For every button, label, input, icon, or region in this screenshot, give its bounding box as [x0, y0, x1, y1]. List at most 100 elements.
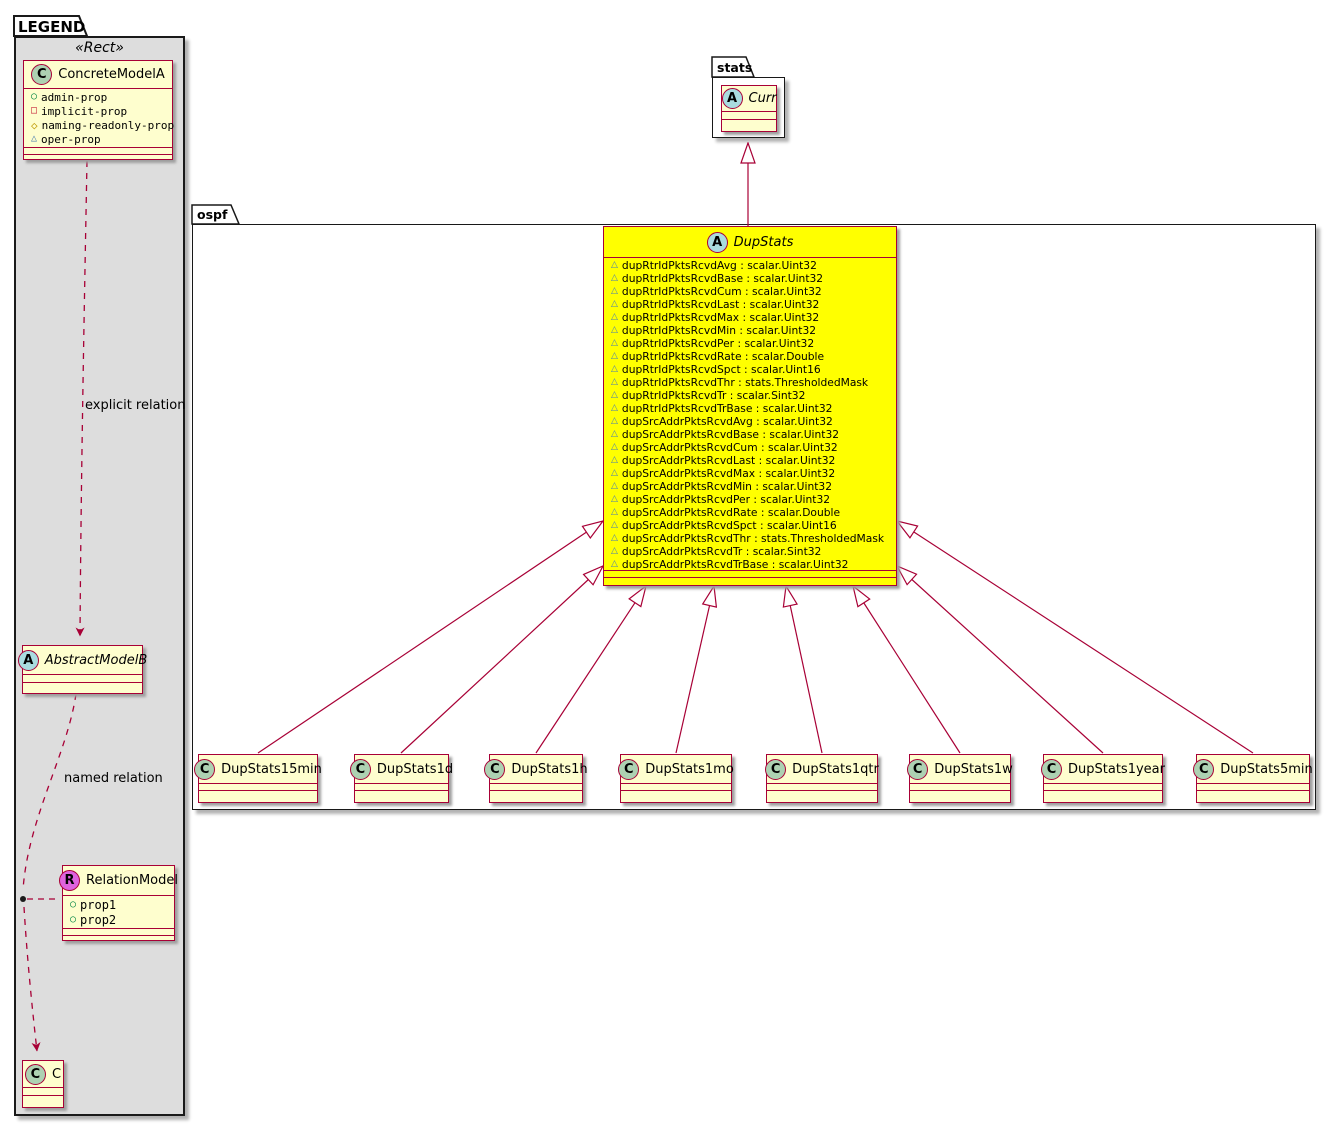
oper-triangle-icon: △ — [611, 559, 618, 569]
class-c-title: C C — [23, 1061, 63, 1088]
oper-triangle-icon: △ — [611, 325, 618, 335]
empty-compartment — [1197, 790, 1309, 797]
class-title: C DupStats5min — [1193, 755, 1313, 783]
class-c: C C — [22, 1060, 64, 1108]
class-name: DupStats15min — [221, 761, 322, 777]
class-name: DupStats — [733, 234, 794, 250]
attribute-row: △ dupRtrIdPktsRcvdSpct : scalar.Uint16 — [604, 363, 896, 376]
empty-compartment — [722, 112, 776, 119]
class-relationmodel-title: R RelationModel — [59, 866, 178, 896]
attribute-label: dupRtrIdPktsRcvdSpct : scalar.Uint16 — [621, 363, 821, 376]
class-title: C DupStats1w — [907, 755, 1013, 783]
empty-compartment — [722, 119, 776, 126]
empty-compartment — [604, 570, 896, 577]
explicit-relation-label: explicit relation — [85, 398, 186, 413]
empty-compartment — [199, 790, 317, 797]
empty-compartment — [355, 783, 448, 790]
implicit-square-icon: □ — [31, 105, 38, 116]
attribute-label: dupRtrIdPktsRcvdLast : scalar.Uint32 — [621, 298, 820, 311]
class-title: C DupStats1year — [1041, 755, 1165, 783]
property-label: naming-readonly-prop — [41, 118, 175, 132]
oper-triangle-icon: △ — [611, 416, 618, 426]
attribute-label: dupSrcAddrPktsRcvdTrBase : scalar.Uint32 — [621, 558, 849, 571]
attribute-row: △ dupSrcAddrPktsRcvdBase : scalar.Uint32 — [604, 428, 896, 441]
class-spot-icon: C — [1193, 758, 1215, 780]
admin-circle-icon: ○ — [31, 91, 38, 102]
attribute-row: △ dupSrcAddrPktsRcvdRate : scalar.Double — [604, 506, 896, 519]
class-name: RelationModel — [86, 873, 178, 888]
class-name: DupStats5min — [1220, 761, 1313, 777]
abstract-spot-icon: A — [721, 88, 743, 109]
class-name: C — [51, 1066, 62, 1082]
property-row: ○ admin-prop — [24, 90, 172, 104]
class-title: C DupStats1h — [484, 755, 588, 783]
class-spot-icon: C — [907, 758, 929, 780]
oper-triangle-icon: △ — [611, 546, 618, 556]
empty-compartment — [767, 783, 877, 790]
oper-triangle-icon: △ — [611, 403, 618, 413]
class-abstractmodelb-title: A AbstractModelB — [17, 646, 147, 675]
oper-triangle-icon: △ — [611, 364, 618, 374]
empty-compartment — [199, 783, 317, 790]
attribute-label: dupSrcAddrPktsRcvdCum : scalar.Uint32 — [621, 441, 838, 454]
empty-compartment — [621, 783, 731, 790]
oper-triangle-icon: △ — [31, 133, 38, 144]
attribute-label: dupRtrIdPktsRcvdMax : scalar.Uint32 — [621, 311, 820, 324]
oper-triangle-icon: △ — [611, 286, 618, 296]
attribute-label: dupRtrIdPktsRcvdBase : scalar.Uint32 — [621, 272, 824, 285]
class-title: C DupStats1mo — [618, 755, 734, 783]
admin-circle-icon: ○ — [70, 898, 77, 910]
oper-triangle-icon: △ — [611, 468, 618, 478]
attribute-label: dupSrcAddrPktsRcvdBase : scalar.Uint32 — [621, 428, 840, 441]
attribute-label: dupSrcAddrPktsRcvdThr : stats.Thresholde… — [621, 532, 885, 545]
attribute-label: dupRtrIdPktsRcvdRate : scalar.Double — [621, 350, 825, 363]
empty-compartment — [604, 577, 896, 584]
empty-compartment — [910, 790, 1010, 797]
oper-triangle-icon: △ — [611, 260, 618, 270]
attribute-label: dupRtrIdPktsRcvdMin : scalar.Uint32 — [621, 324, 817, 337]
class-name: DupStats1year — [1068, 761, 1165, 777]
class-spot-icon: C — [765, 758, 787, 780]
class-concretemodela: C ConcreteModelA ○ admin-prop □ implicit… — [23, 60, 175, 160]
class-spot-icon: C — [194, 758, 216, 780]
empty-compartment — [63, 935, 174, 942]
empty-compartment — [23, 675, 142, 682]
class-dupstats1h: C DupStats1h — [484, 754, 588, 803]
property-row: □ implicit-prop — [24, 104, 172, 118]
attribute-row: △ dupSrcAddrPktsRcvdPer : scalar.Uint32 — [604, 493, 896, 506]
empty-compartment — [23, 1095, 63, 1102]
attribute-label: dupRtrIdPktsRcvdThr : stats.ThresholdedM… — [621, 376, 869, 389]
attribute-label: dupSrcAddrPktsRcvdAvg : scalar.Uint32 — [621, 415, 833, 428]
class-dupstats1year: C DupStats1year — [1041, 754, 1165, 803]
class-curr: A Curr — [721, 85, 777, 132]
oper-triangle-icon: △ — [611, 533, 618, 543]
attribute-row: △ dupSrcAddrPktsRcvdThr : stats.Threshol… — [604, 532, 896, 545]
oper-triangle-icon: △ — [611, 377, 618, 387]
oper-triangle-icon: △ — [611, 338, 618, 348]
attribute-label: dupSrcAddrPktsRcvdRate : scalar.Double — [621, 506, 841, 519]
empty-compartment — [490, 790, 582, 797]
stats-package-title: stats — [717, 60, 753, 75]
attribute-label: dupRtrIdPktsRcvdTr : scalar.Sint32 — [621, 389, 806, 402]
oper-triangle-icon: △ — [611, 299, 618, 309]
class-concretemodela-properties: ○ admin-prop □ implicit-prop ◇ naming-re… — [24, 89, 175, 147]
empty-compartment — [490, 783, 582, 790]
class-title: C DupStats1qtr — [765, 755, 879, 783]
legend-package-title: LEGEND — [18, 18, 86, 36]
class-spot-icon: C — [349, 758, 371, 780]
oper-triangle-icon: △ — [611, 429, 618, 439]
class-dupstats: A DupStats △ dupRtrIdPktsRcvdAvg : scala… — [603, 226, 897, 586]
oper-triangle-icon: △ — [611, 494, 618, 504]
oper-triangle-icon: △ — [611, 455, 618, 465]
empty-compartment — [767, 790, 877, 797]
attribute-label: dupSrcAddrPktsRcvdSpct : scalar.Uint16 — [621, 519, 837, 532]
empty-compartment — [23, 1088, 63, 1095]
class-relationmodel-properties: ○ prop1 ○ prop2 — [63, 896, 174, 928]
class-concretemodela-title: C ConcreteModelA — [24, 61, 172, 89]
attribute-label: dupRtrIdPktsRcvdTrBase : scalar.Uint32 — [621, 402, 833, 415]
oper-triangle-icon: △ — [611, 442, 618, 452]
oper-triangle-icon: △ — [611, 312, 618, 322]
property-row: ○ prop1 — [63, 897, 174, 912]
class-dupstats5min: C DupStats5min — [1193, 754, 1313, 803]
empty-compartment — [1044, 790, 1162, 797]
